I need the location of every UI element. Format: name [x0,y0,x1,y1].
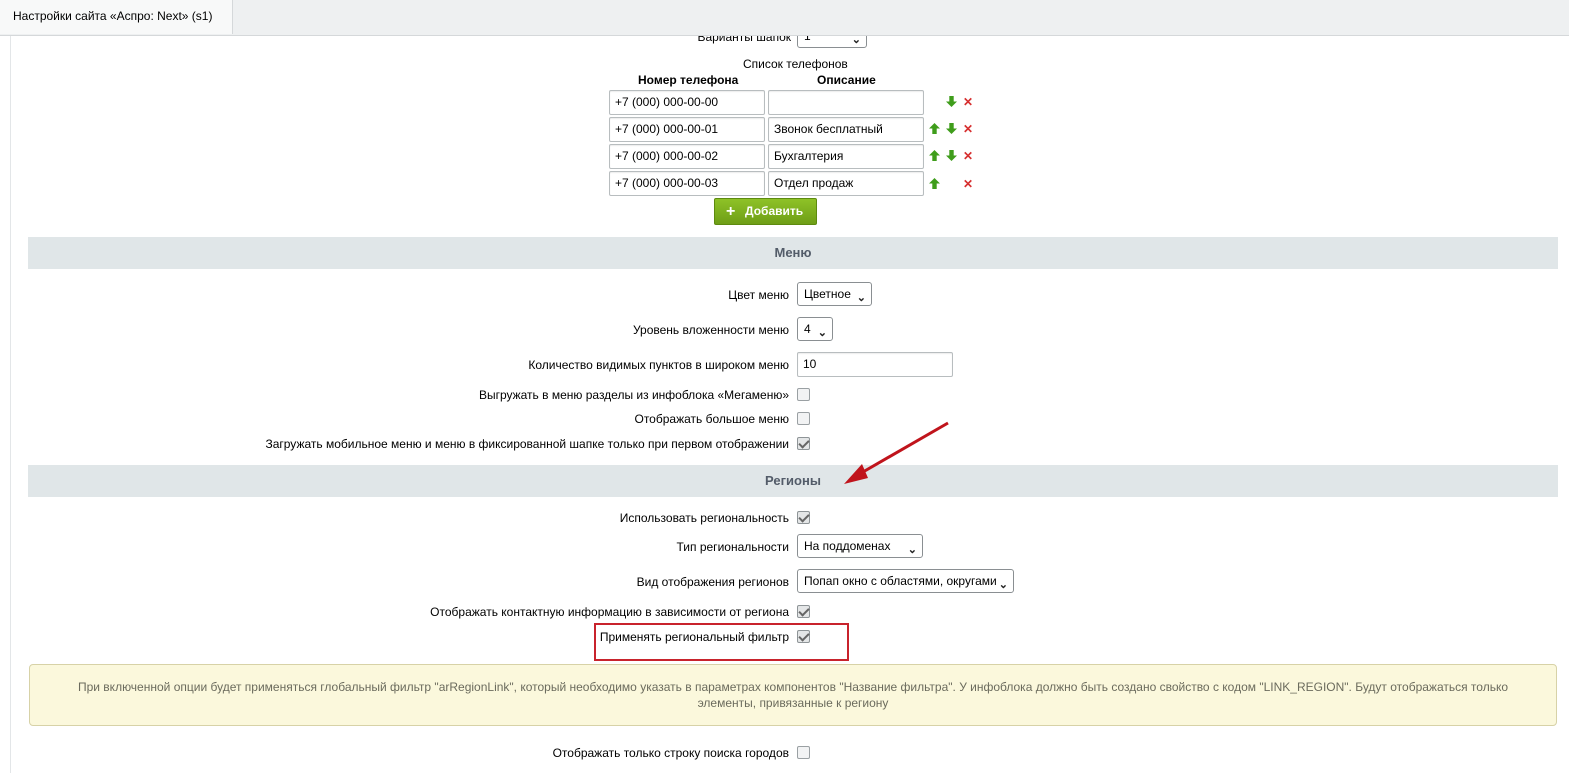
top-bar: Настройки сайта «Аспро: Next» (s1) [0,0,1569,36]
phone-input[interactable]: +7 (000) 000-00-00 [609,90,765,115]
megamenu-checkbox[interactable] [797,388,810,401]
search-only-checkbox[interactable] [797,746,810,759]
region-contacts-checkbox[interactable] [797,605,810,618]
menu-level-select[interactable]: 4 ⌄ [797,317,833,341]
search-only-label: Отображать только строку поиска городов [552,746,789,760]
header-variant-label: Варианты шапок [697,36,791,44]
add-phone-label: Добавить [745,204,804,218]
section-menu: Меню [28,237,1558,269]
menu-level-label: Уровень вложенности меню [632,323,789,337]
phone-desc-input[interactable]: Отдел продаж [768,171,924,196]
region-type-label: Тип региональности [676,540,790,554]
select-value: 4 [804,322,811,336]
plus-icon: + [726,203,736,220]
menu-count-label: Количество видимых пунктов в широком мен… [528,358,789,372]
delete-icon[interactable]: ✕ [963,96,973,108]
move-down-icon[interactable] [946,150,957,161]
move-down-icon[interactable] [946,123,957,134]
header-variant-select[interactable]: 1 ⌄ [797,36,867,48]
move-up-icon[interactable] [929,150,940,161]
megamenu-label: Выгружать в меню разделы из инфоблока «М… [478,388,789,402]
annotation-arrow-icon [844,421,949,484]
chevron-down-icon: ⌄ [817,327,827,339]
phone-desc-input[interactable]: Бухгалтерия [768,144,924,169]
phones-title: Список телефонов [743,57,848,71]
move-down-icon[interactable] [946,96,957,107]
move-up-icon[interactable] [929,123,940,134]
move-up-icon[interactable] [929,178,940,189]
mobile-menu-label: Загружать мобильное меню и меню в фиксир… [265,437,789,451]
phone-input[interactable]: +7 (000) 000-00-01 [609,117,765,142]
use-regions-checkbox[interactable] [797,511,810,524]
select-value: Цветное [804,287,851,301]
region-contacts-label: Отображать контактную информацию в завис… [430,605,789,619]
region-view-label: Вид отображения регионов [636,575,789,589]
mobile-menu-checkbox[interactable] [797,437,810,450]
select-value: На поддоменах [804,539,891,553]
menu-count-input[interactable]: 10 [797,352,953,377]
tab-settings[interactable]: Настройки сайта «Аспро: Next» (s1) [0,0,233,34]
menu-color-select[interactable]: Цветное ⌄ [797,282,872,306]
chevron-down-icon: ⌄ [907,544,917,556]
col-phone-header: Номер телефона [638,73,739,87]
settings-content: Варианты шапок 1 ⌄ Список телефонов Номе… [10,36,1569,773]
chevron-down-icon: ⌄ [851,36,861,46]
select-value: Попап окно с областями, округами [804,574,997,588]
phone-desc-input[interactable] [768,90,924,115]
chevron-down-icon: ⌄ [856,292,866,304]
add-phone-button[interactable]: + Добавить [714,198,817,225]
region-filter-note: При включенной опции будет применяться г… [29,664,1557,726]
bigmenu-label: Отображать большое меню [634,412,789,426]
phone-input[interactable]: +7 (000) 000-00-02 [609,144,765,169]
bigmenu-checkbox[interactable] [797,412,810,425]
select-value: 1 [804,36,811,43]
region-view-select[interactable]: Попап окно с областями, округами ⌄ [797,569,1014,593]
section-regions: Регионы [28,465,1558,497]
delete-icon[interactable]: ✕ [963,150,973,162]
delete-icon[interactable]: ✕ [963,123,973,135]
region-filter-label: Применять региональный фильтр [599,630,789,644]
region-filter-checkbox[interactable] [797,630,810,643]
col-desc-header: Описание [817,73,876,87]
use-regions-label: Использовать региональность [619,511,789,525]
phone-input[interactable]: +7 (000) 000-00-03 [609,171,765,196]
menu-color-label: Цвет меню [728,288,789,302]
phone-desc-input[interactable]: Звонок бесплатный [768,117,924,142]
delete-icon[interactable]: ✕ [963,178,973,190]
region-type-select[interactable]: На поддоменах ⌄ [797,534,923,558]
chevron-down-icon: ⌄ [998,579,1008,591]
